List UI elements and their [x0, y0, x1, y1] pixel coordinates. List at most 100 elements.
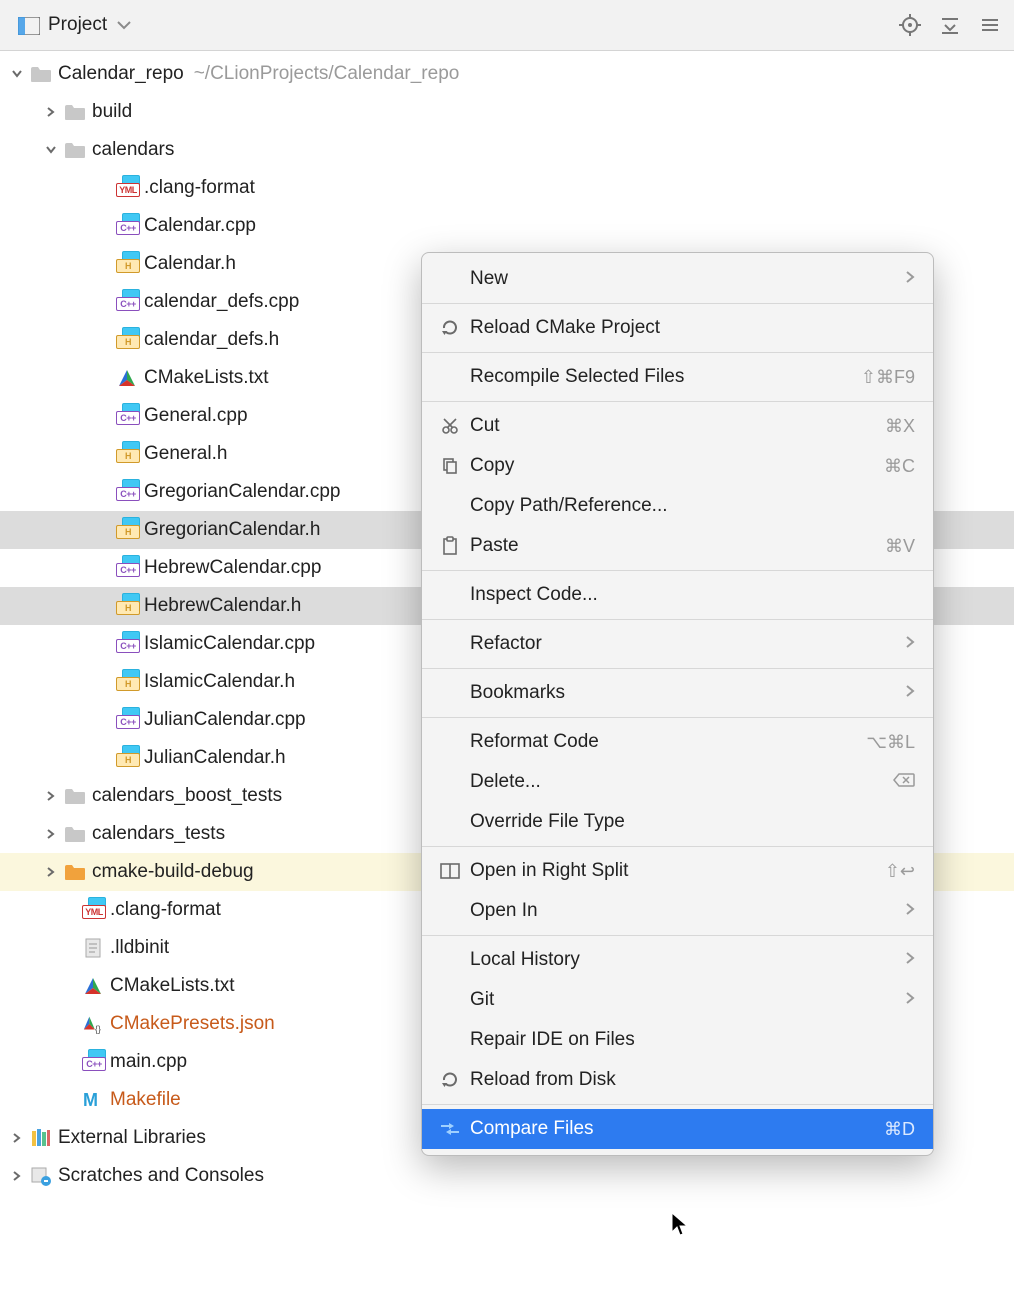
settings-gear-icon[interactable] — [976, 11, 1004, 39]
yml-file-icon: YML — [82, 900, 104, 920]
compare-icon — [436, 1121, 464, 1137]
tree-label: IslamicCalendar.h — [144, 671, 295, 693]
menu-separator — [422, 1104, 933, 1105]
copy-icon — [436, 457, 464, 475]
cmake-file-icon — [116, 368, 138, 388]
split-right-icon — [436, 863, 464, 879]
chevron-right-icon — [905, 268, 915, 290]
shortcut: ⌘X — [885, 416, 915, 437]
tree-label: HebrewCalendar.cpp — [144, 557, 321, 579]
h-file-icon: H — [116, 520, 138, 540]
delete-key-icon — [893, 772, 915, 793]
tree-label: GregorianCalendar.h — [144, 519, 320, 541]
h-file-icon: H — [116, 596, 138, 616]
tree-label: External Libraries — [58, 1127, 206, 1149]
chevron-down-icon — [10, 67, 24, 81]
tree-label: calendar_defs.h — [144, 329, 279, 351]
tree-label: calendars_boost_tests — [92, 785, 282, 807]
tree-path: ~/CLionProjects/Calendar_repo — [194, 63, 460, 85]
cpp-file-icon: C++ — [116, 216, 138, 236]
menu-split-right[interactable]: Open in Right Split ⇧↩ — [422, 851, 933, 891]
chevron-right-icon — [905, 989, 915, 1011]
menu-refactor[interactable]: Refactor — [422, 624, 933, 664]
menu-bookmarks[interactable]: Bookmarks — [422, 673, 933, 713]
menu-override-type[interactable]: Override File Type — [422, 802, 933, 842]
chevron-right-icon — [905, 633, 915, 655]
menu-reformat[interactable]: Reformat Code ⌥⌘L — [422, 722, 933, 762]
shortcut: ⌥⌘L — [866, 732, 915, 753]
shortcut: ⌘C — [884, 456, 915, 477]
tree-root[interactable]: Calendar_repo ~/CLionProjects/Calendar_r… — [0, 55, 1014, 93]
tree-label: CMakeLists.txt — [144, 367, 269, 389]
cpp-file-icon: C++ — [116, 292, 138, 312]
menu-separator — [422, 846, 933, 847]
reload-icon — [436, 318, 464, 338]
chevron-right-icon — [44, 865, 58, 879]
tree-scratches[interactable]: Scratches and Consoles — [0, 1157, 1014, 1195]
project-dropdown-label: Project — [48, 14, 107, 36]
tree-label: IslamicCalendar.cpp — [144, 633, 315, 655]
project-view-dropdown[interactable]: Project — [18, 14, 131, 36]
mouse-cursor-icon — [671, 1212, 689, 1236]
tree-label: Makefile — [110, 1089, 181, 1111]
menu-git[interactable]: Git — [422, 980, 933, 1020]
tree-label: General.cpp — [144, 405, 248, 427]
menu-new[interactable]: New — [422, 259, 933, 299]
chevron-right-icon — [10, 1169, 24, 1183]
tree-label: General.h — [144, 443, 227, 465]
menu-reload-cmake[interactable]: Reload CMake Project — [422, 308, 933, 348]
menu-separator — [422, 717, 933, 718]
scissors-icon — [436, 417, 464, 435]
locate-target-icon[interactable] — [896, 11, 924, 39]
h-file-icon: H — [116, 444, 138, 464]
menu-copy-path[interactable]: Copy Path/Reference... — [422, 486, 933, 526]
menu-local-history[interactable]: Local History — [422, 940, 933, 980]
chevron-right-icon — [44, 827, 58, 841]
file-calendar-cpp[interactable]: C++ Calendar.cpp — [0, 207, 1014, 245]
menu-recompile[interactable]: Recompile Selected Files ⇧⌘F9 — [422, 357, 933, 397]
clipboard-icon — [436, 536, 464, 556]
tree-label: calendars_tests — [92, 823, 225, 845]
tree-label: Calendar_repo — [58, 63, 184, 85]
file-clang-format[interactable]: YML .clang-format — [0, 169, 1014, 207]
menu-cut[interactable]: Cut ⌘X — [422, 406, 933, 446]
collapse-all-icon[interactable] — [936, 11, 964, 39]
tree-label: HebrewCalendar.h — [144, 595, 301, 617]
cpp-file-icon: C++ — [82, 1052, 104, 1072]
menu-separator — [422, 570, 933, 571]
tree-label: build — [92, 101, 132, 123]
yml-file-icon: YML — [116, 178, 138, 198]
menu-reload-disk[interactable]: Reload from Disk — [422, 1060, 933, 1100]
menu-delete[interactable]: Delete... — [422, 762, 933, 802]
h-file-icon: H — [116, 254, 138, 274]
reload-icon — [436, 1070, 464, 1090]
menu-separator — [422, 352, 933, 353]
tree-label: CMakeLists.txt — [110, 975, 235, 997]
folder-icon — [64, 140, 86, 160]
svg-text:M: M — [83, 1091, 98, 1109]
menu-inspect[interactable]: Inspect Code... — [422, 575, 933, 615]
tree-folder-build[interactable]: build — [0, 93, 1014, 131]
chevron-right-icon — [905, 900, 915, 922]
project-toolbar: Project — [0, 0, 1014, 51]
scratches-icon — [30, 1166, 52, 1186]
h-file-icon: H — [116, 672, 138, 692]
chevron-right-icon — [44, 789, 58, 803]
menu-separator — [422, 935, 933, 936]
menu-open-in[interactable]: Open In — [422, 891, 933, 931]
tree-label: CMakePresets.json — [110, 1013, 275, 1035]
menu-paste[interactable]: Paste ⌘V — [422, 526, 933, 566]
tree-folder-calendars[interactable]: calendars — [0, 131, 1014, 169]
cpp-file-icon: C++ — [116, 482, 138, 502]
tree-label: .clang-format — [144, 177, 255, 199]
menu-copy[interactable]: Copy ⌘C — [422, 446, 933, 486]
menu-repair[interactable]: Repair IDE on Files — [422, 1020, 933, 1060]
folder-icon — [64, 102, 86, 122]
cpp-file-icon: C++ — [116, 406, 138, 426]
folder-icon — [64, 862, 86, 882]
folder-icon — [64, 824, 86, 844]
menu-compare-files[interactable]: Compare Files ⌘D — [422, 1109, 933, 1149]
cmake-presets-icon: {} — [82, 1014, 104, 1034]
chevron-right-icon — [905, 949, 915, 971]
chevron-right-icon — [44, 105, 58, 119]
